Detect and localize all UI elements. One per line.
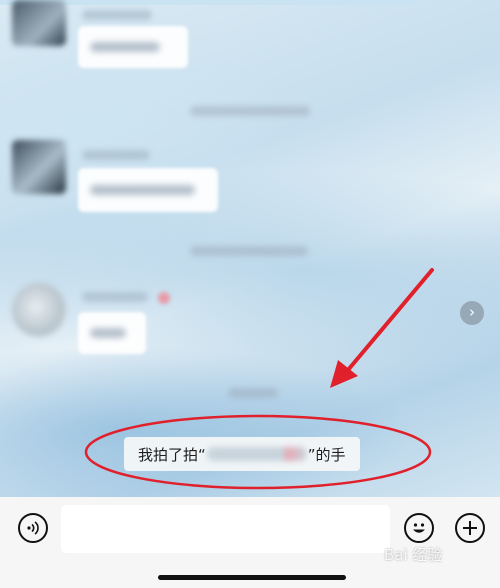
friend-name-blurred [206,447,307,461]
plus-icon [463,521,477,535]
message-bubble[interactable] [78,26,188,68]
timestamp-blurred [190,106,310,116]
message-text-blurred [90,42,160,52]
plus-button[interactable] [455,513,485,543]
home-indicator[interactable] [158,575,346,580]
sender-name-blurred [82,292,148,302]
voice-button[interactable] [18,513,48,543]
badge-blurred [158,292,170,304]
input-bar: Bai 经验 [0,497,500,588]
avatar[interactable] [12,283,66,337]
pat-message-suffix: ”的手 [307,445,346,464]
sender-name-blurred [82,10,152,20]
avatar[interactable] [12,0,66,46]
message-bubble[interactable] [78,168,218,212]
timestamp-blurred [228,388,278,398]
timestamp-blurred [190,246,308,256]
message-text-blurred [90,185,195,195]
pat-system-message: 我拍了拍“ ”的手 [124,437,360,471]
message-input[interactable] [61,505,390,553]
message-bubble[interactable] [78,312,146,354]
avatar[interactable] [12,140,66,194]
message-text-blurred [90,328,126,338]
voice-icon [27,521,39,535]
baidu-watermark: Bai 经验 [384,546,443,564]
emoji-button[interactable] [404,513,434,543]
chat-background: › 我拍了拍“ ”的手 [0,0,500,497]
chevron-right-icon[interactable]: › [460,301,484,325]
pat-message-prefix: 我拍了拍“ [138,445,206,464]
sender-name-blurred [82,150,150,160]
emoji-icon [413,523,425,533]
